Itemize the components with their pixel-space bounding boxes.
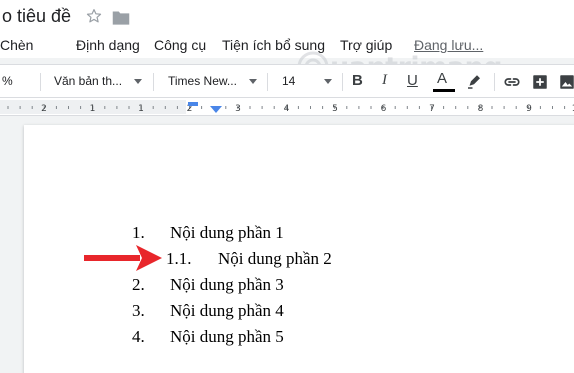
font-size-select[interactable]: 14 (282, 74, 295, 88)
ruler-label: 2 (41, 104, 47, 114)
ruler-label: 5 (332, 104, 338, 114)
menu-tools[interactable]: Công cụ (154, 37, 206, 53)
insert-image-icon[interactable] (558, 73, 574, 91)
ruler-label: 9 (526, 104, 532, 114)
chevron-down-icon[interactable] (134, 79, 142, 84)
add-comment-icon[interactable] (531, 73, 549, 91)
document-title[interactable]: o tiêu đề (2, 6, 71, 27)
toolbar-divider (342, 73, 343, 91)
text-color-swatch (433, 89, 455, 92)
ruler-label: 6 (381, 104, 387, 114)
list-item-text: Nội dung phần 4 (170, 301, 284, 320)
list-item-text: Nội dung phần 5 (170, 327, 284, 346)
italic-button[interactable]: I (382, 72, 387, 89)
zoom-select[interactable]: % (2, 74, 13, 88)
toolbar: % Văn bản th... Times New... 14 B I U A (0, 64, 574, 98)
chevron-down-icon[interactable] (249, 79, 257, 84)
bold-button[interactable]: B (352, 72, 363, 89)
ruler-label: 3 (235, 104, 241, 114)
folder-icon[interactable] (112, 10, 130, 25)
list-item-text: Nội dung phần 1 (170, 223, 284, 242)
first-line-indent-marker[interactable] (188, 102, 198, 106)
toolbar-divider (494, 73, 495, 91)
underline-button[interactable]: U (407, 72, 418, 89)
annotation-arrow-icon (84, 245, 162, 271)
ruler-label: 8 (478, 104, 484, 114)
toolbar-divider (267, 73, 268, 91)
toolbar-divider (153, 73, 154, 91)
text-color-button[interactable]: A (437, 70, 447, 87)
ruler-scale: 211234567891011 (0, 100, 574, 114)
ruler-label: 4 (284, 104, 290, 114)
list-item-text: Nội dung phần 3 (170, 275, 284, 294)
list-number: 1.1. (166, 249, 192, 268)
arrow-shaft (84, 255, 140, 261)
toolbar-divider (40, 73, 41, 91)
menu-format[interactable]: Định dạng (76, 37, 140, 53)
ruler: 211234567891011 (0, 98, 574, 116)
star-icon[interactable] (85, 7, 103, 25)
chevron-down-icon[interactable] (324, 79, 332, 84)
list-number: 4. (132, 327, 145, 346)
menu-insert[interactable]: Chèn (0, 37, 33, 53)
ruler-label: 1 (90, 104, 96, 114)
list-item-text: Nội dung phần 2 (218, 249, 332, 268)
highlight-pen-icon[interactable] (465, 73, 483, 91)
list-number: 2. (132, 275, 145, 294)
list-number: 1. (132, 223, 145, 242)
list-number: 3. (132, 301, 145, 320)
left-indent-marker[interactable] (210, 106, 222, 113)
ruler-label: 1 (138, 104, 144, 114)
ruler-label: 7 (429, 104, 435, 114)
title-bar: o tiêu đề (0, 0, 574, 34)
style-select[interactable]: Văn bản th... (54, 74, 122, 88)
link-icon[interactable] (502, 73, 522, 91)
font-select[interactable]: Times New... (168, 74, 237, 88)
